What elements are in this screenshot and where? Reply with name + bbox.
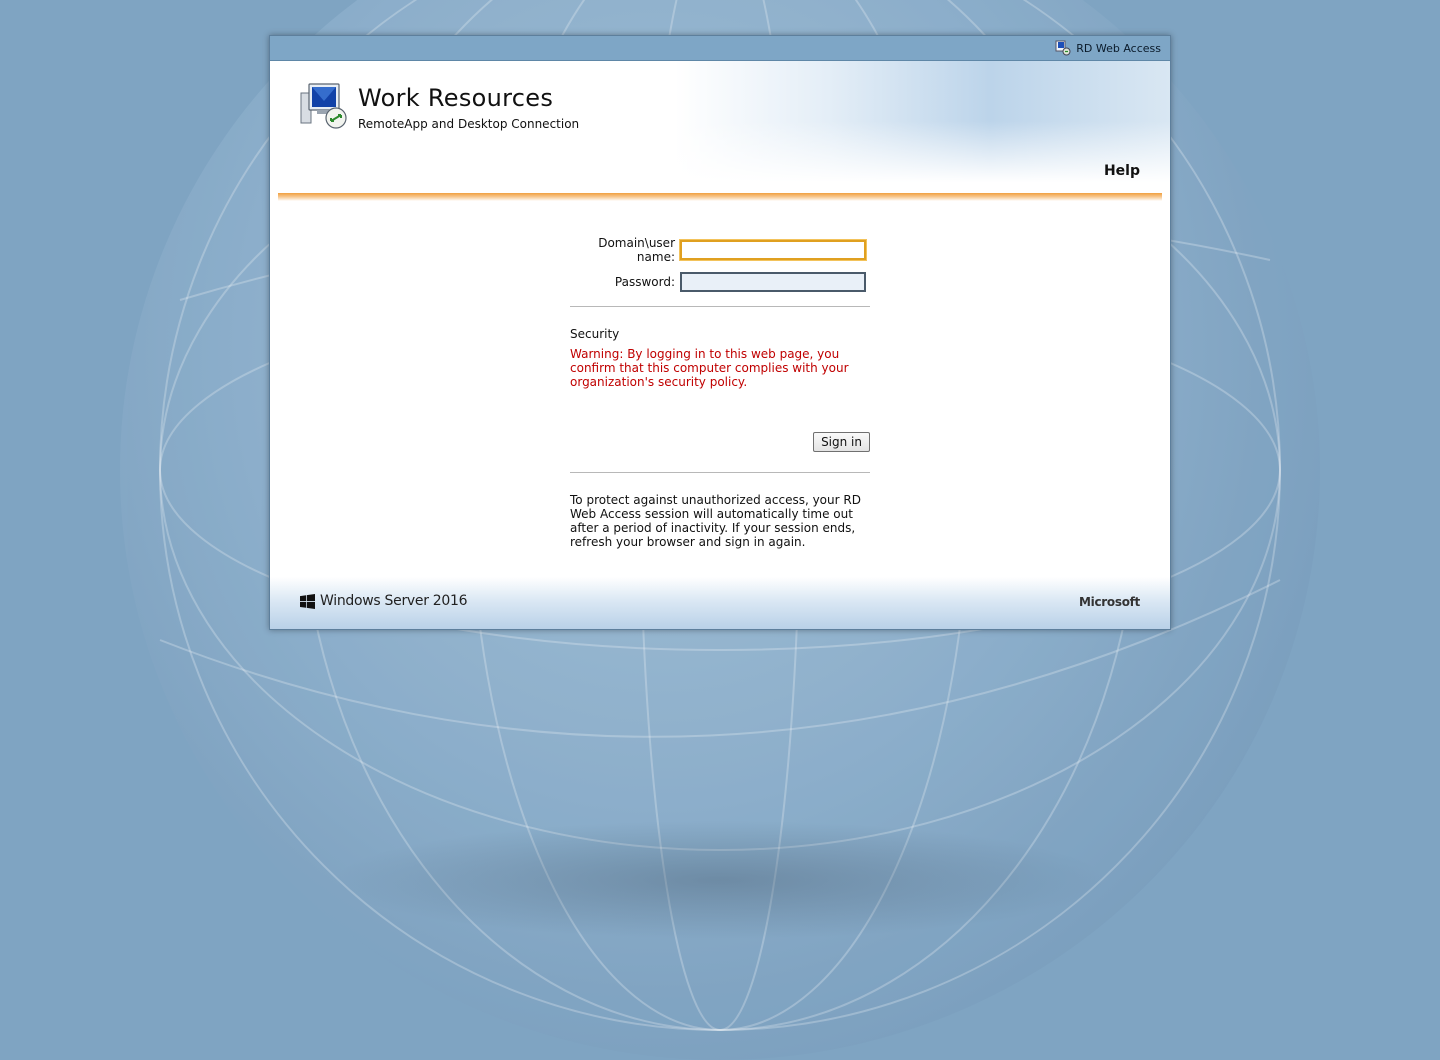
password-row: Password:	[570, 272, 870, 292]
windows-server-brand: Windows Server 2016	[300, 593, 468, 609]
password-input[interactable]	[680, 272, 866, 292]
form-divider-bottom	[570, 472, 870, 473]
username-input[interactable]	[680, 240, 866, 260]
password-label: Password:	[614, 275, 675, 289]
microsoft-logo: Microsoft	[1079, 595, 1140, 609]
rd-web-access-link[interactable]: RD Web Access	[1055, 40, 1161, 56]
login-panel: RD Web Access Work Resources RemoteApp a…	[269, 35, 1171, 630]
login-form: Domain\user name: Password: Security War…	[570, 236, 870, 549]
remoteapp-computer-icon	[300, 83, 347, 129]
app-name: RD Web Access	[1076, 41, 1161, 55]
header: Work Resources RemoteApp and Desktop Con…	[270, 61, 1170, 193]
username-row: Domain\user name:	[570, 236, 870, 264]
footer: Windows Server 2016 Microsoft	[270, 577, 1170, 629]
page-subtitle: RemoteApp and Desktop Connection	[358, 117, 580, 131]
timeout-note: To protect against unauthorized access, …	[570, 493, 861, 549]
rd-web-access-icon	[1055, 40, 1071, 56]
top-bar: RD Web Access	[270, 36, 1170, 61]
page-title: Work Resources	[358, 84, 554, 112]
security-heading: Security	[570, 327, 620, 341]
globe-shadow	[330, 820, 1110, 940]
windows-logo-icon	[300, 593, 315, 609]
username-label: Domain\user name:	[598, 236, 675, 264]
signin-container: Sign in	[570, 431, 870, 452]
security-warning: Warning: By logging in to this web page,…	[570, 347, 849, 389]
orange-divider	[278, 193, 1162, 201]
help-link[interactable]: Help	[1104, 163, 1140, 179]
sign-in-button[interactable]: Sign in	[813, 432, 870, 452]
form-divider-top	[570, 306, 870, 307]
product-name: Windows Server 2016	[320, 593, 468, 609]
